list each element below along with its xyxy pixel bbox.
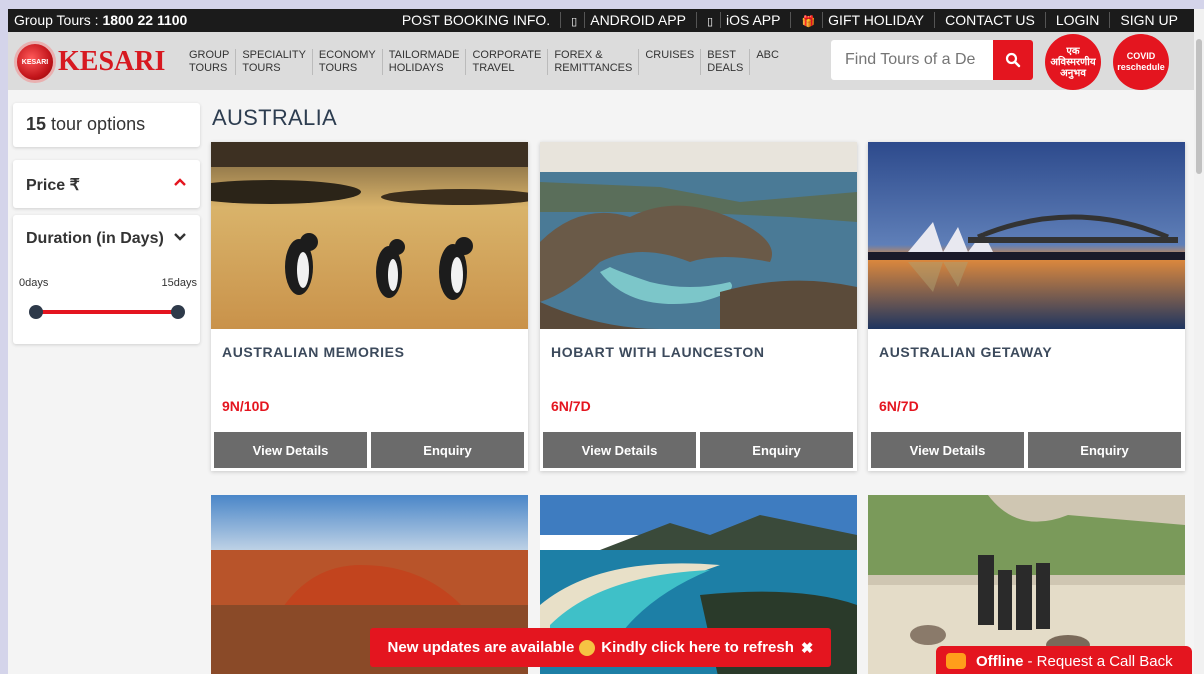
link-sign-up[interactable]: SIGN UP xyxy=(1109,12,1188,28)
nav-item-corporate[interactable]: CORPORATE TRAVEL xyxy=(465,49,547,75)
tour-name[interactable]: AUSTRALIAN MEMORIES xyxy=(222,344,405,360)
tour-card: HOBART WITH LAUNCESTON 6N/7D View Detail… xyxy=(540,142,857,471)
top-utility-bar: Group Tours : 1800 22 1100 POST BOOKING … xyxy=(8,9,1194,32)
nav-item-economy-tours[interactable]: ECONOMY TOURS xyxy=(311,49,382,75)
page-title: AUSTRALIA xyxy=(212,105,337,130)
nav-item-speciality-tours[interactable]: SPECIALITY TOURS xyxy=(235,49,312,75)
nav-menu: GROUP TOURS SPECIALITY TOURS ECONOMY TOU… xyxy=(183,49,785,75)
tour-duration: 6N/7D xyxy=(879,398,919,414)
enquiry-button[interactable]: Enquiry xyxy=(700,432,853,468)
nav-item-tailormade[interactable]: TAILORMADE HOLIDAYS xyxy=(381,49,466,75)
link-ios-app[interactable]: ▯ iOS APP xyxy=(695,12,791,28)
nav-item-cruises[interactable]: CRUISES xyxy=(638,49,700,75)
search-box xyxy=(831,40,1033,80)
tour-count-card: 15 tour options xyxy=(13,103,200,147)
chat-status: Offline xyxy=(976,652,1024,670)
search-icon xyxy=(1005,52,1021,68)
duration-slider-max-handle[interactable] xyxy=(171,305,185,319)
tour-card: AUSTRALIAN MEMORIES 9N/10D View Details … xyxy=(211,142,528,471)
smile-emoji-icon xyxy=(579,639,596,656)
nav-item-best-deals[interactable]: BEST DEALS xyxy=(700,49,749,75)
view-details-button[interactable]: View Details xyxy=(871,432,1024,468)
phone-number: 1800 22 1100 xyxy=(102,12,188,28)
chevron-down-icon[interactable] xyxy=(174,233,186,241)
view-details-button[interactable]: View Details xyxy=(543,432,696,468)
enquiry-button[interactable]: Enquiry xyxy=(1028,432,1181,468)
search-input[interactable] xyxy=(831,40,994,80)
call-back-text: - Request a Call Back xyxy=(1027,652,1173,670)
range-min-label: 0days xyxy=(19,277,49,289)
phone-label: Group Tours : xyxy=(14,12,103,28)
mobile-icon: ▯ xyxy=(706,16,713,28)
close-icon[interactable]: ✖ xyxy=(801,639,814,657)
toast-text-updates: New updates are available xyxy=(387,639,575,656)
top-links: POST BOOKING INFO. ▯ ANDROID APP ▯ iOS APP… xyxy=(392,12,1188,28)
phone-contact[interactable]: Group Tours : 1800 22 1100 xyxy=(14,12,187,28)
call-back-widget[interactable]: Offline - Request a Call Back xyxy=(936,646,1192,674)
covid-reschedule-badge[interactable]: COVID reschedule xyxy=(1113,34,1169,90)
chat-bubble-icon xyxy=(946,653,966,669)
tour-duration: 9N/10D xyxy=(222,398,270,414)
chevron-up-icon xyxy=(174,178,186,186)
page-scrollbar[interactable] xyxy=(1194,9,1204,674)
enquiry-button[interactable]: Enquiry xyxy=(371,432,524,468)
gift-icon: 🎁 xyxy=(801,16,816,28)
link-android-app[interactable]: ▯ ANDROID APP xyxy=(560,12,696,28)
price-filter[interactable]: Price ₹ xyxy=(13,160,200,208)
tour-duration: 6N/7D xyxy=(551,398,591,414)
duration-filter: Duration (in Days) 0days 15days xyxy=(13,215,200,344)
tour-count-label: tour options xyxy=(46,114,146,134)
link-login[interactable]: LOGIN xyxy=(1044,12,1110,28)
view-details-button[interactable]: View Details xyxy=(214,432,367,468)
link-contact-us[interactable]: CONTACT US xyxy=(934,12,1045,28)
nav-item-forex[interactable]: FOREX & REMITTANCES xyxy=(547,49,638,75)
duration-filter-label[interactable]: Duration (in Days) xyxy=(26,230,164,247)
tour-image-penguins[interactable] xyxy=(211,142,528,329)
nav-item-group-tours[interactable]: GROUP TOURS xyxy=(183,49,235,75)
tour-image-bay[interactable] xyxy=(540,142,857,329)
browser-viewport: Group Tours : 1800 22 1100 POST BOOKING … xyxy=(8,9,1194,674)
duration-slider-track[interactable] xyxy=(35,310,178,314)
duration-slider-min-handle[interactable] xyxy=(29,305,43,319)
logo-wordmark: KESARI xyxy=(58,46,166,77)
refresh-toast[interactable]: New updates are available Kindly click h… xyxy=(370,628,831,667)
link-post-booking[interactable]: POST BOOKING INFO. xyxy=(392,12,560,28)
mobile-icon: ▯ xyxy=(571,16,578,28)
toast-text-refresh: Kindly click here to refresh xyxy=(601,639,794,656)
experience-badge[interactable]: एक अविस्मरणीय अनुभव xyxy=(1045,34,1101,90)
link-gift-holiday[interactable]: 🎁 GIFT HOLIDAY xyxy=(790,12,934,28)
main-nav: KESARI KESARI GROUP TOURS SPECIALITY TOU… xyxy=(8,32,1194,90)
search-button[interactable] xyxy=(993,40,1033,80)
tour-image-sydney[interactable] xyxy=(868,142,1185,329)
tour-name[interactable]: HOBART WITH LAUNCESTON xyxy=(551,344,765,360)
globe-logo-icon: KESARI xyxy=(14,41,56,83)
scrollbar-thumb[interactable] xyxy=(1196,39,1202,174)
tour-name[interactable]: AUSTRALIAN GETAWAY xyxy=(879,344,1052,360)
tour-card: AUSTRALIAN GETAWAY 6N/7D View Details En… xyxy=(868,142,1185,471)
tour-count: 15 xyxy=(26,114,47,134)
brand-logo[interactable]: KESARI KESARI xyxy=(14,41,165,83)
price-filter-label: Price ₹ xyxy=(26,177,80,194)
nav-item-about[interactable]: ABC xyxy=(749,49,785,75)
range-max-label: 15days xyxy=(161,277,197,289)
